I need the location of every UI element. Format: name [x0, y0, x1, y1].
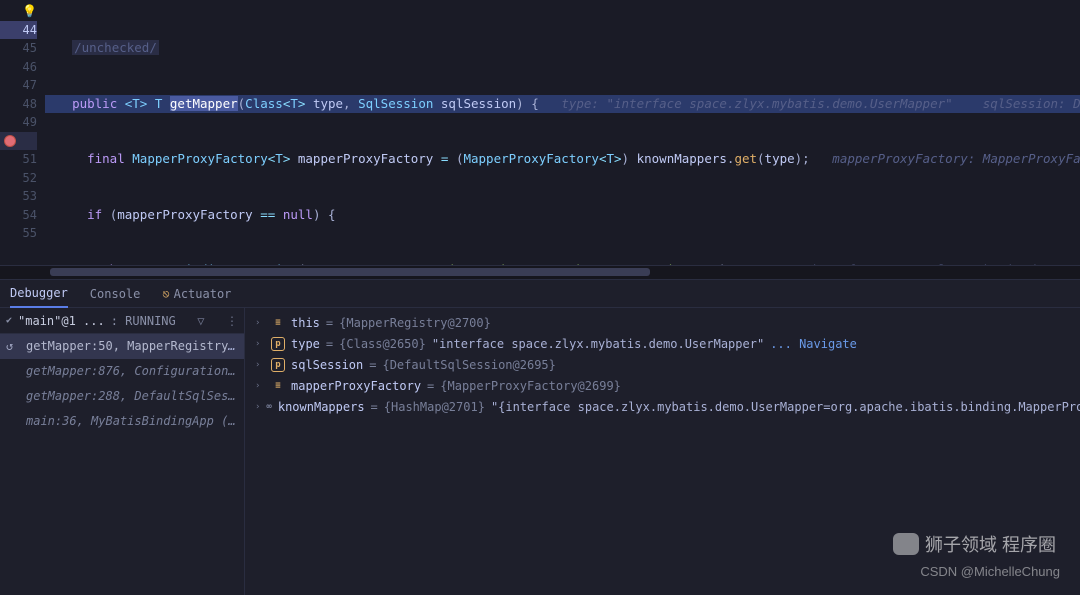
- var-sqlSession[interactable]: › p sqlSession = {DefaultSqlSession@2695…: [245, 354, 1080, 375]
- tab-console[interactable]: Console: [90, 287, 141, 301]
- watermark: 狮子领域 程序圈: [893, 531, 1056, 557]
- breakpoint-icon[interactable]: [4, 135, 16, 147]
- frame-0[interactable]: getMapper:50, MapperRegistry (org.: [0, 334, 244, 359]
- tab-debugger[interactable]: Debugger: [10, 280, 68, 308]
- annotation-unchecked: /unchecked/: [72, 40, 159, 55]
- gutter-48[interactable]: 48: [0, 95, 37, 114]
- var-type[interactable]: › p type = {Class@2650} "interface space…: [245, 333, 1080, 354]
- param-icon: p: [271, 358, 285, 372]
- expand-icon[interactable]: ›: [255, 381, 265, 391]
- watermark-text: 狮子领域 程序圈: [925, 531, 1056, 557]
- gutter-54[interactable]: 54: [0, 206, 37, 225]
- gutter-46[interactable]: 46: [0, 58, 37, 77]
- more-icon[interactable]: ⋮: [226, 314, 238, 328]
- gutter-43[interactable]: 💡: [0, 2, 37, 21]
- code-line-46[interactable]: if (mapperProxyFactory == null) {: [45, 206, 1080, 225]
- thread-header[interactable]: ✔ "main"@1 ... : RUNNING ▽ ⋮: [0, 308, 244, 334]
- frames-panel: ✔ "main"@1 ... : RUNNING ▽ ⋮ getMapper:50…: [0, 308, 245, 595]
- frame-3[interactable]: main:36, MyBatisBindingApp (space: [0, 409, 244, 434]
- check-icon: ✔: [6, 315, 12, 326]
- code-line-45[interactable]: final MapperProxyFactory<T> mapperProxyF…: [45, 150, 1080, 169]
- navigate-link[interactable]: ... Navigate: [770, 337, 857, 351]
- actuator-icon: ⎋: [162, 287, 169, 301]
- debug-tab-row: Debugger Console ⎋Actuator: [0, 280, 1080, 308]
- object-icon: ≡: [271, 316, 285, 330]
- wechat-icon: [893, 533, 919, 555]
- editor-area: 💡 44 45 46 47 48 49 51 52 53 54 55 /unch…: [0, 0, 1080, 265]
- param-icon: p: [271, 337, 285, 351]
- tab-actuator[interactable]: ⎋Actuator: [162, 287, 231, 301]
- thread-status: : RUNNING: [111, 314, 176, 328]
- csdn-credit: CSDN @MichelleChung: [920, 564, 1060, 579]
- gutter-52[interactable]: 52: [0, 169, 37, 188]
- gutter-44[interactable]: 44: [0, 21, 37, 40]
- expand-icon[interactable]: ›: [255, 360, 265, 370]
- expand-icon[interactable]: ›: [255, 339, 265, 349]
- thread-name: "main"@1 ...: [18, 314, 105, 328]
- gutter-49[interactable]: 49: [0, 113, 37, 132]
- var-this[interactable]: › ≡ this = {MapperRegistry@2700}: [245, 312, 1080, 333]
- frame-2[interactable]: getMapper:288, DefaultSqlSession (: [0, 384, 244, 409]
- var-knownMappers[interactable]: › ∞ knownMappers = {HashMap@2701} "{inte…: [245, 396, 1080, 417]
- gutter-45[interactable]: 45: [0, 39, 37, 58]
- code-line-44[interactable]: public <T> T getMapper(Class<T> type, Sq…: [45, 95, 1080, 114]
- scrollbar-thumb[interactable]: [50, 268, 650, 276]
- var-mapperProxyFactory[interactable]: › ≡ mapperProxyFactory = {MapperProxyFac…: [245, 375, 1080, 396]
- expand-icon[interactable]: ›: [255, 402, 260, 412]
- field-icon: ∞: [266, 400, 271, 414]
- code-line-43[interactable]: /unchecked/: [45, 39, 1080, 58]
- code-area[interactable]: /unchecked/ public <T> T getMapper(Class…: [45, 0, 1080, 265]
- gutter-50[interactable]: [0, 132, 37, 151]
- object-icon: ≡: [271, 379, 285, 393]
- expand-icon[interactable]: ›: [255, 318, 265, 328]
- filter-icon[interactable]: ▽: [197, 314, 204, 328]
- method-name: getMapper: [170, 96, 238, 111]
- bulb-icon[interactable]: 💡: [22, 4, 37, 18]
- gutter: 💡 44 45 46 47 48 49 51 52 53 54 55: [0, 0, 45, 265]
- horizontal-scrollbar[interactable]: [0, 265, 1080, 279]
- gutter-53[interactable]: 53: [0, 187, 37, 206]
- gutter-51[interactable]: 51: [0, 150, 37, 169]
- gutter-47[interactable]: 47: [0, 76, 37, 95]
- frame-1[interactable]: getMapper:876, Configuration (org.: [0, 359, 244, 384]
- gutter-55[interactable]: 55: [0, 224, 37, 243]
